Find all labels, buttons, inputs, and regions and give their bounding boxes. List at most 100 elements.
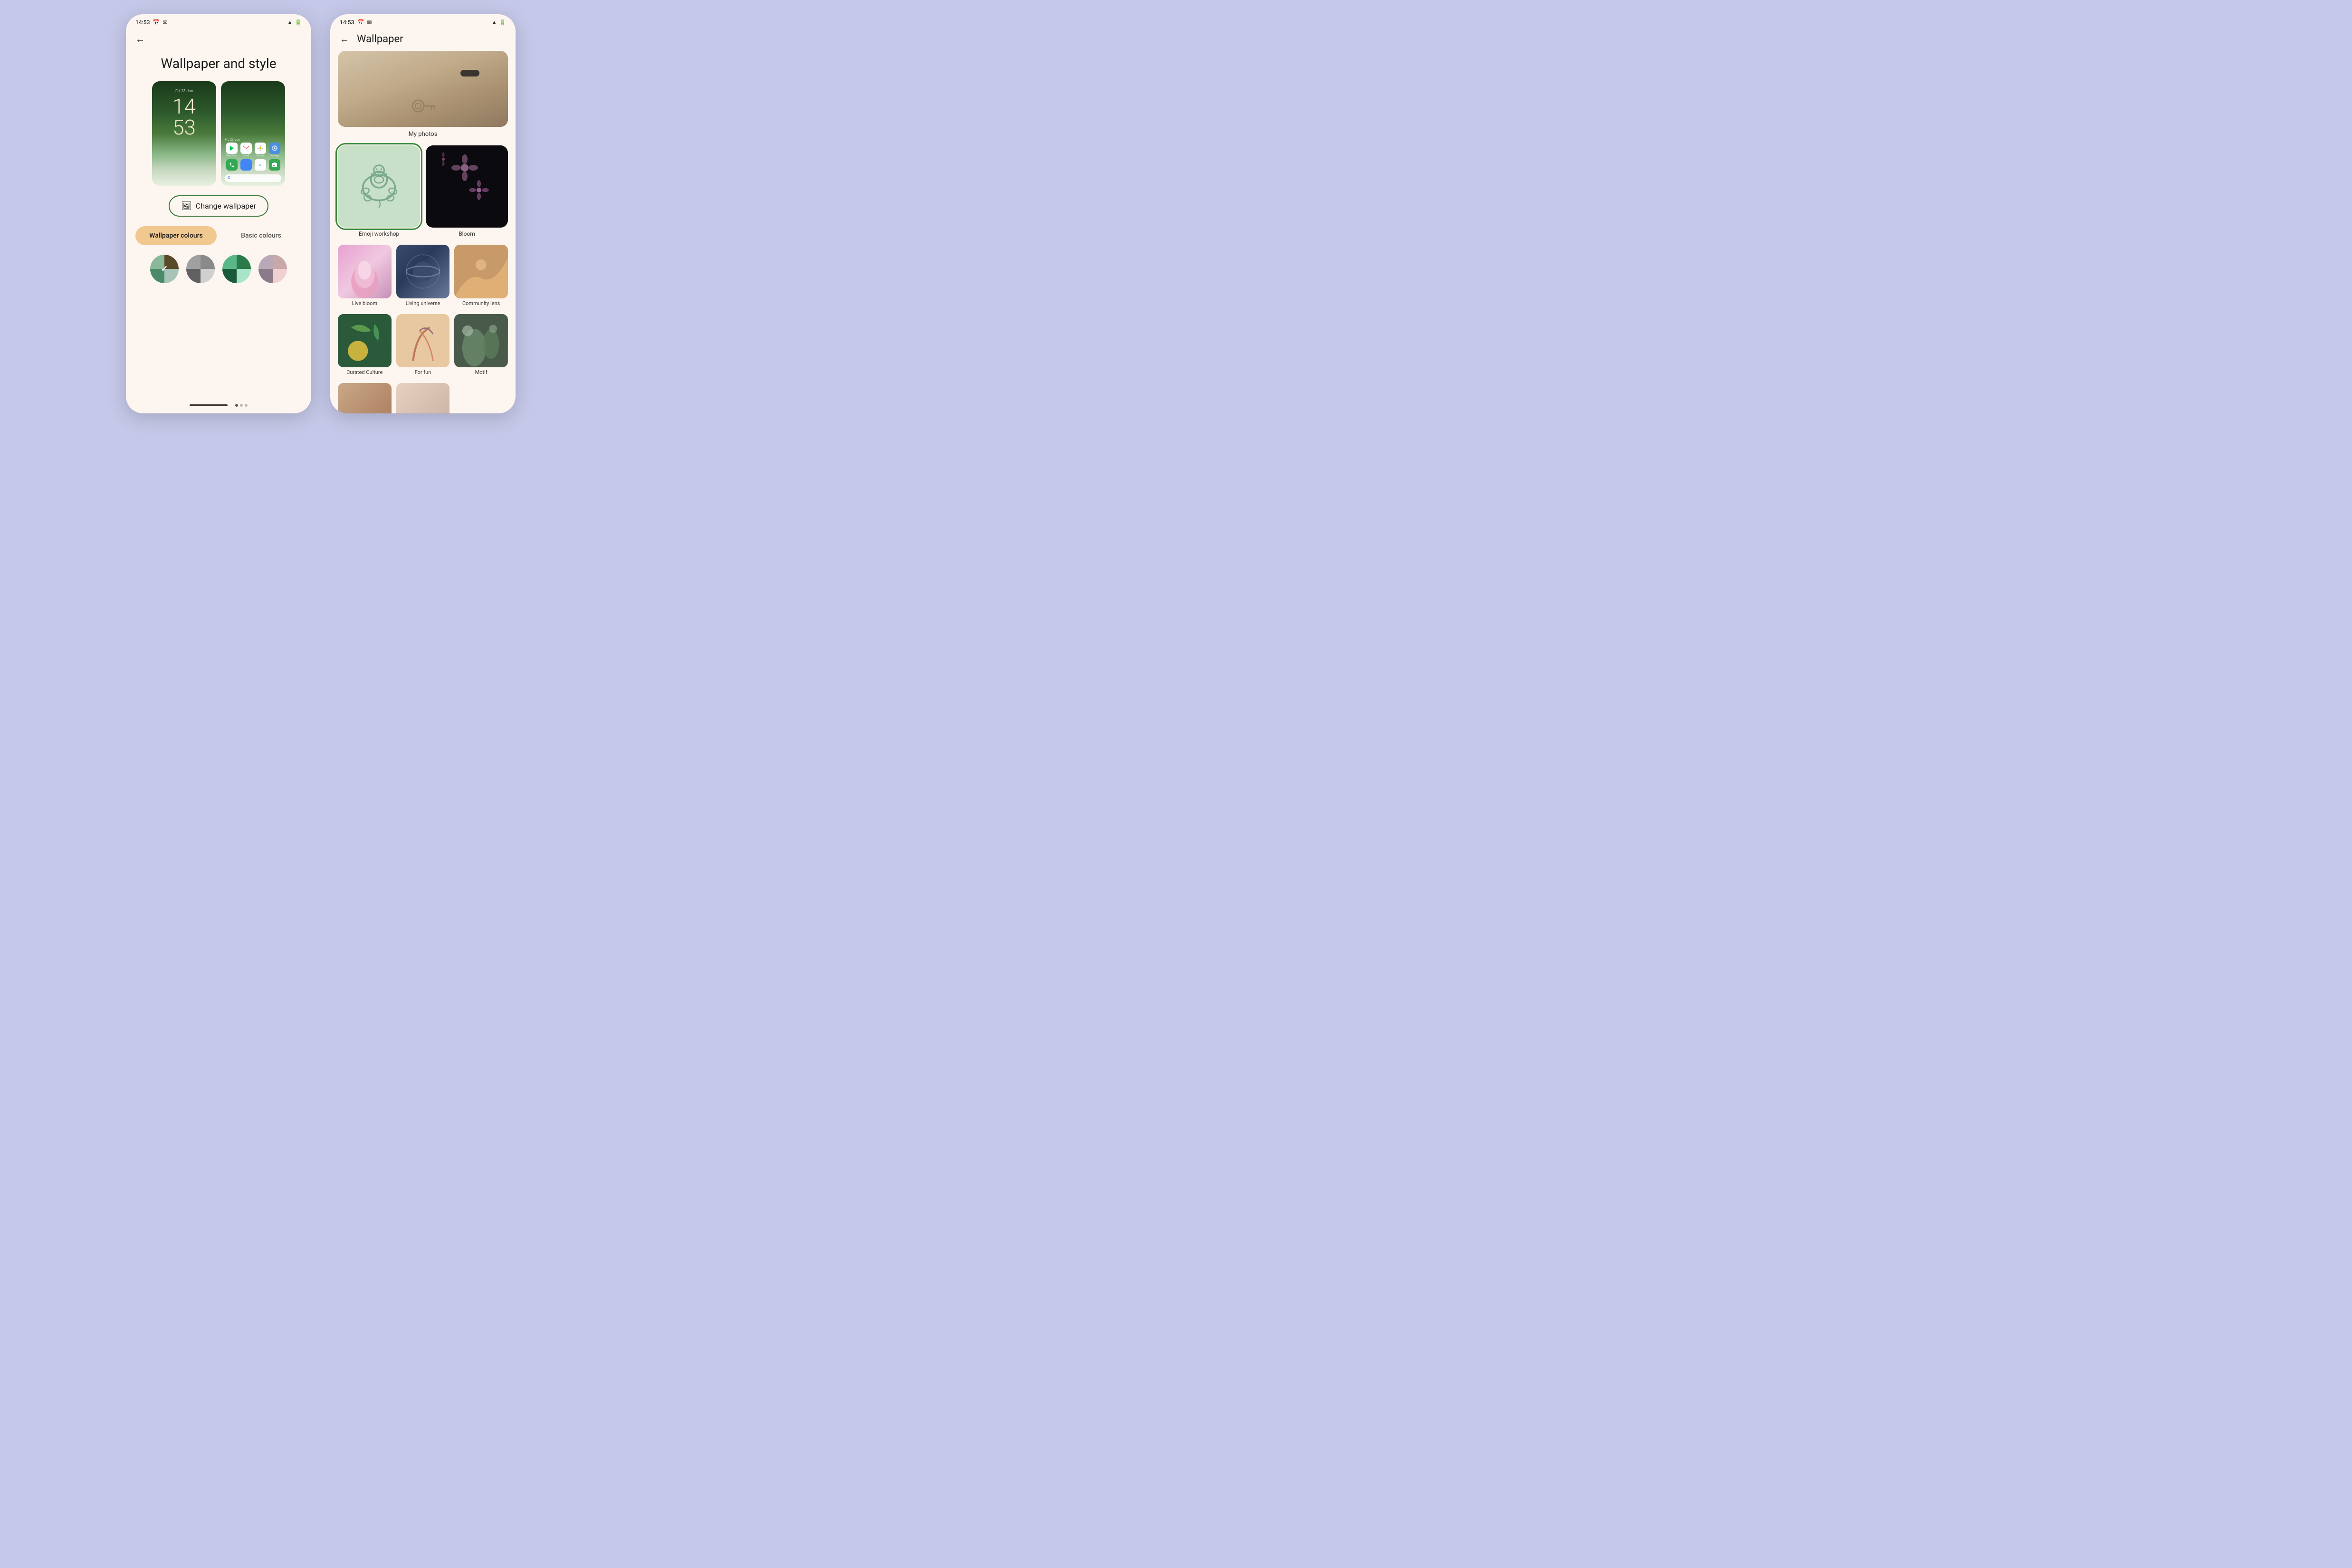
flower-2 [467, 178, 491, 202]
status-left: 14:53 📅 ✉ [135, 19, 167, 26]
right-phone: 14:53 📅 ✉ ▲ 🔋 ← Wallpaper [330, 14, 516, 413]
living-universe-thumb[interactable] [396, 245, 450, 298]
swatch-3[interactable] [222, 255, 251, 283]
flower-cluster [426, 145, 508, 228]
dot-2 [240, 404, 243, 407]
nav-handle [190, 404, 228, 406]
app-phone [226, 159, 238, 171]
key-object [409, 96, 437, 117]
community-lens-item: Community lens [454, 245, 508, 306]
lock-time: 1453 [172, 96, 196, 138]
status-left-right: 14:53 📅 ✉ [340, 19, 372, 26]
emoji-workshop-label: Emoji workshop [359, 230, 399, 237]
motif-label: Motif [475, 369, 488, 375]
status-bar-left: 14:53 📅 ✉ ▲ 🔋 [126, 14, 311, 28]
app-photos-label: Photos [257, 154, 264, 157]
nav-bar-left: ← [126, 28, 311, 51]
battery-icon: 🔋 [295, 19, 302, 26]
motif-item: Motif [454, 314, 508, 376]
my-photos-section: My photos [338, 51, 508, 138]
status-right-right: ▲ 🔋 [491, 19, 506, 26]
time-left: 14:53 [135, 19, 150, 26]
for-fun-label: For fun [415, 369, 431, 375]
dot-1 [235, 404, 238, 407]
status-bar-right: 14:53 📅 ✉ ▲ 🔋 [330, 14, 516, 28]
app-gmail [240, 143, 252, 154]
puck-object [460, 70, 479, 76]
color-swatches [135, 255, 302, 283]
bloom-bg [426, 145, 508, 228]
wallpaper-preview: Fri, 23 Jun 1453 Fri, 23 Jun Play Store [135, 81, 302, 186]
curated-culture-thumb[interactable] [338, 314, 392, 368]
live-bloom-thumb[interactable] [338, 245, 392, 298]
back-button-right[interactable]: ← [338, 31, 351, 47]
app-photos [255, 143, 266, 154]
home-search-bar: G [225, 174, 281, 182]
wallpaper-page-title: Wallpaper [357, 33, 403, 45]
swatch-2[interactable] [186, 255, 215, 283]
back-button-left[interactable]: ← [134, 31, 147, 47]
battery-icon-right: 🔋 [499, 19, 506, 26]
category-grid-2: Curated Culture For fun Motif [338, 314, 508, 376]
my-photos-image[interactable] [338, 51, 508, 127]
community-lens-label: Community lens [462, 300, 500, 306]
left-content: Wallpaper and style Fri, 23 Jun 1453 Fri… [126, 51, 311, 400]
app-dock-row1: Play Store Gmail Photos [226, 143, 280, 157]
emoji-workshop-thumb[interactable] [338, 145, 420, 228]
nav-bar-right: ← Wallpaper [330, 28, 516, 51]
app-messages [240, 159, 252, 171]
app-settings [269, 143, 280, 154]
community-lens-thumb[interactable] [454, 245, 508, 298]
for-fun-item: For fun [396, 314, 450, 376]
mail-icon-right: ✉ [367, 19, 372, 26]
mail-icon: ✉ [163, 19, 167, 26]
bloom-thumb[interactable] [426, 145, 508, 228]
curated-culture-item: Curated Culture [338, 314, 392, 376]
extra-thumb-1[interactable] [338, 383, 392, 413]
home-screen-preview[interactable]: Fri, 23 Jun Play Store Gmail [221, 81, 285, 186]
app-chrome [255, 159, 266, 171]
flower-3 [434, 150, 453, 169]
lock-screen-preview[interactable]: Fri, 23 Jun 1453 [152, 81, 216, 186]
change-wallpaper-label: Change wallpaper [196, 201, 256, 210]
extra-2 [396, 383, 450, 413]
category-grid-3 [338, 383, 508, 413]
motif-thumb[interactable] [454, 314, 508, 368]
emoji-workshop-item: Emoji workshop [338, 145, 420, 237]
curated-culture-label: Curated Culture [346, 369, 382, 375]
app-gmail-label: Gmail [243, 154, 249, 157]
swatch-1[interactable] [150, 255, 179, 283]
wallpaper-icon: 🖼 [181, 201, 192, 211]
bottom-nav [126, 400, 311, 413]
app-play-label: Play Store [226, 154, 237, 157]
google-g: G [228, 176, 230, 180]
featured-categories: Emoji workshop [338, 145, 508, 237]
app-dock-row2 [226, 159, 280, 171]
my-photos-label: My photos [338, 131, 508, 138]
basic-colours-tab[interactable]: Basic colours [220, 226, 302, 245]
bloom-label: Bloom [459, 230, 475, 237]
calendar-icon-right: 📅 [357, 19, 364, 26]
change-wallpaper-button[interactable]: 🖼 Change wallpaper [169, 195, 268, 217]
wallpaper-colours-tab[interactable]: Wallpaper colours [135, 226, 217, 245]
left-phone: 14:53 📅 ✉ ▲ 🔋 ← Wallpaper and style Fri,… [126, 14, 311, 413]
live-bloom-label: Live bloom [352, 300, 377, 306]
for-fun-thumb[interactable] [396, 314, 450, 368]
extra-thumb-2[interactable] [396, 383, 450, 413]
page-title: Wallpaper and style [161, 56, 276, 72]
category-grid-1: Live bloom Living universe Community len… [338, 245, 508, 306]
extra-1 [338, 383, 392, 413]
time-right: 14:53 [340, 19, 354, 26]
home-date: Fri, 23 Jun [225, 138, 240, 142]
live-bloom-item: Live bloom [338, 245, 392, 306]
swatch-4[interactable] [258, 255, 287, 283]
app-settings-label: Settings [270, 154, 278, 157]
status-right: ▲ 🔋 [287, 19, 302, 26]
page-dots [235, 404, 248, 407]
bloom-item: Bloom [426, 145, 508, 237]
app-camera [269, 159, 280, 171]
wifi-icon: ▲ [287, 19, 293, 26]
color-tabs: Wallpaper colours Basic colours [135, 226, 302, 245]
living-universe-item: Living universe [396, 245, 450, 306]
emoji-bg [338, 145, 420, 228]
